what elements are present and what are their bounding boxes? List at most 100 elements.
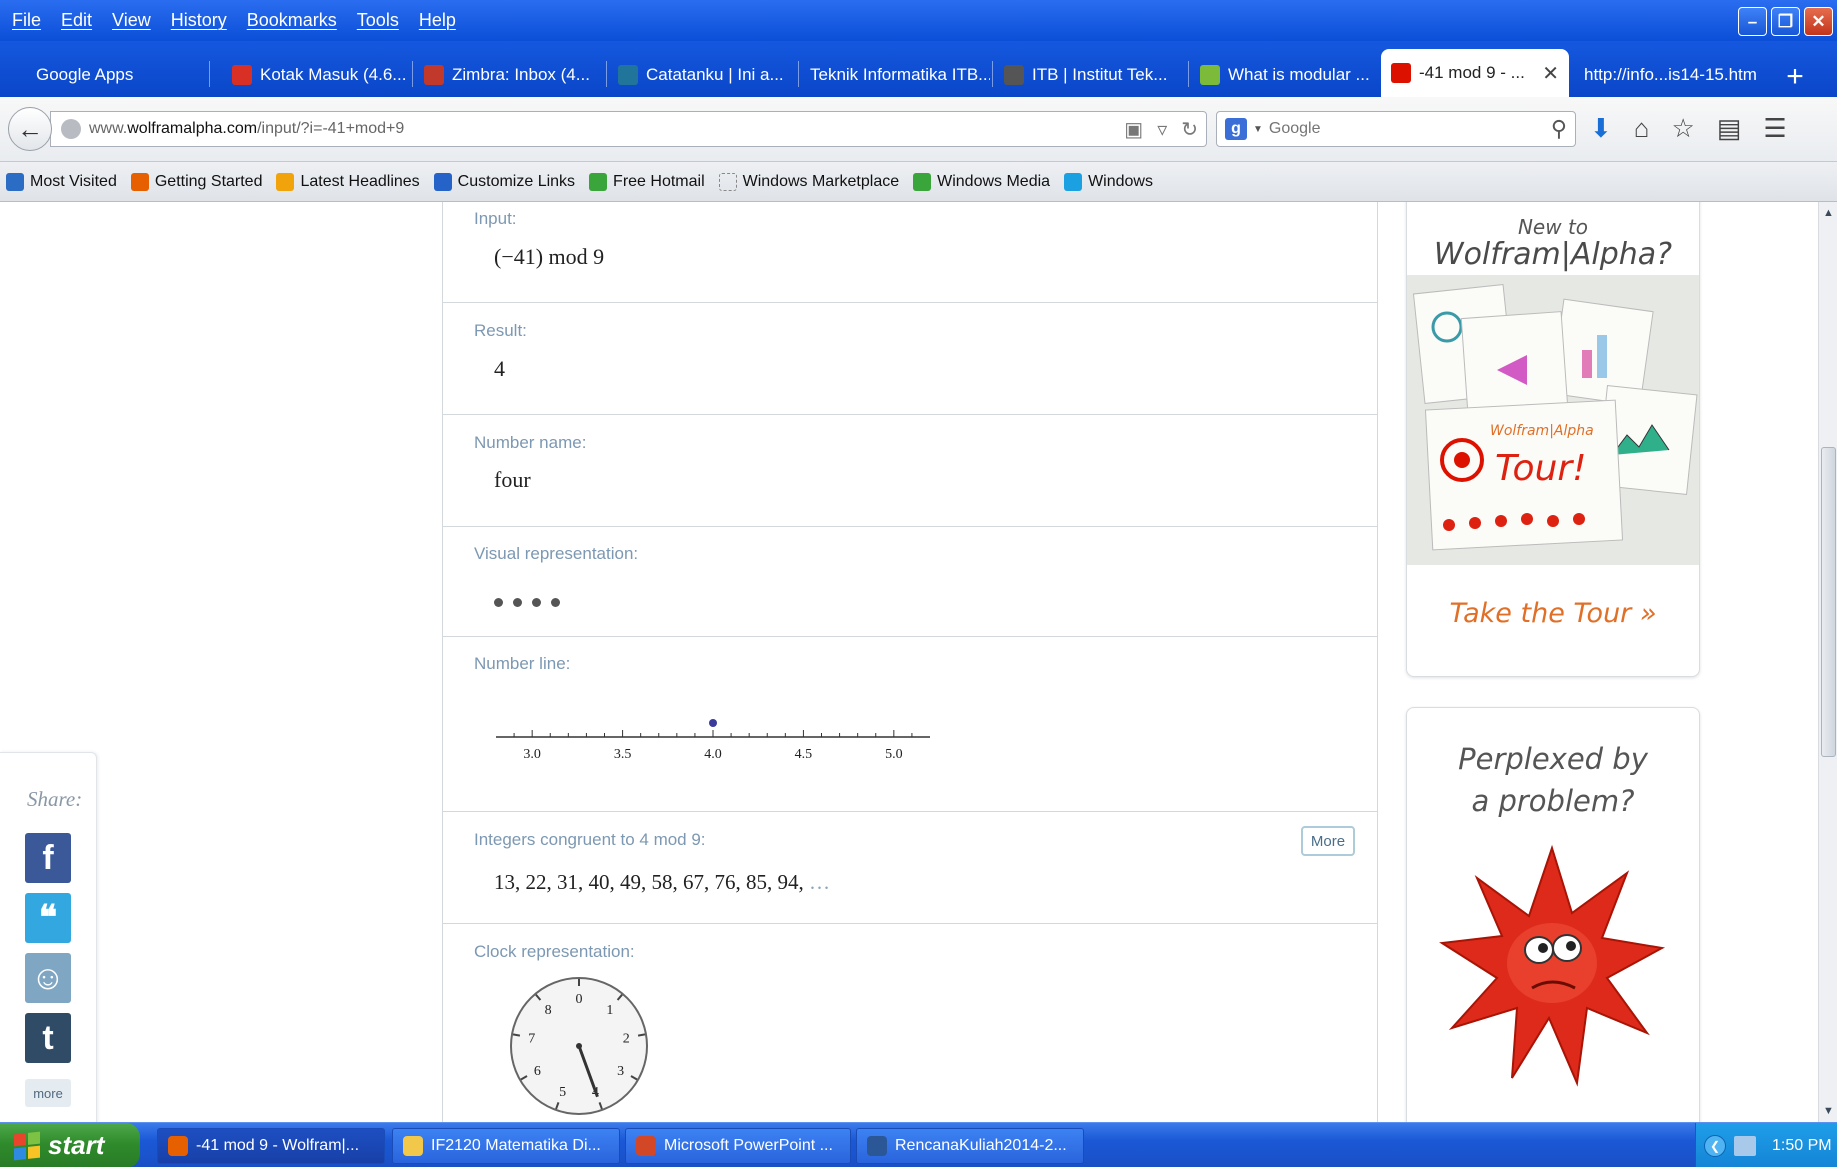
tumblr-share-icon[interactable]: t [25, 1013, 71, 1063]
bookmarks-list-icon[interactable]: ▤ [1717, 113, 1742, 144]
tab-1[interactable]: Google Apps [12, 53, 207, 97]
scroll-up-icon[interactable]: ▲ [1819, 204, 1837, 222]
pod-title: Input: [474, 209, 517, 228]
menu-bookmarks[interactable]: Bookmarks [239, 8, 345, 33]
network-icon[interactable] [1734, 1135, 1756, 1156]
windows-flag-icon [14, 1131, 40, 1160]
home-icon[interactable]: ⌂ [1634, 113, 1650, 144]
start-button[interactable]: start [0, 1123, 140, 1167]
bookmark-windows-marketplace[interactable]: Windows Marketplace [718, 172, 899, 191]
bookmark-latest-headlines[interactable]: Latest Headlines [276, 172, 420, 191]
tray-expand-icon[interactable]: ❮ [1704, 1134, 1726, 1157]
bookmark-customize-links[interactable]: Customize Links [433, 172, 576, 191]
taskbar-clock[interactable]: 1:50 PM [1772, 1137, 1832, 1155]
close-window-button[interactable]: ✕ [1804, 7, 1833, 36]
tour-ad[interactable]: New to Wolfram|Alpha? Wolfram|Alpha Tour… [1406, 202, 1700, 677]
tab-7[interactable]: What is modular ... [1190, 53, 1378, 97]
menu-history[interactable]: History [163, 8, 235, 33]
scroll-down-icon[interactable]: ▼ [1819, 1102, 1837, 1120]
dot [513, 598, 522, 607]
bookmark-windows-media[interactable]: Windows Media [913, 172, 1050, 191]
tab-separator [798, 61, 799, 87]
tab-9[interactable]: http://info...is14-15.htm [1574, 53, 1770, 97]
url-text[interactable]: www.wolframalpha.com/input/?i=-41+mod+9 [89, 120, 404, 138]
tab-5[interactable]: Teknik Informatika ITB... [800, 53, 990, 97]
bookmark-label: Customize Links [457, 172, 576, 190]
menu-tools[interactable]: Tools [349, 8, 407, 33]
taskbar-button-2[interactable]: IF2120 Matematika Di... [392, 1128, 620, 1164]
scrollbar-thumb[interactable] [1821, 447, 1836, 757]
take-tour-link[interactable]: Take the Tour » [1407, 598, 1699, 629]
reload-icon[interactable]: ↻ [1181, 117, 1198, 142]
minimize-button[interactable]: – [1738, 7, 1767, 36]
problem-ad-title: Perplexed by a problem? [1407, 738, 1699, 822]
tab-label: Kotak Masuk (4.6... [260, 65, 407, 84]
clock-label: 2 [623, 1032, 630, 1047]
tab-8[interactable]: -41 mod 9 - ... ✕ [1381, 49, 1569, 97]
share-more-button[interactable]: more [25, 1079, 71, 1107]
downloads-icon[interactable]: ⬇ [1590, 113, 1612, 144]
new-tab-button[interactable]: + [1777, 59, 1813, 95]
tab-separator [606, 61, 607, 87]
bookmark-getting-started[interactable]: Getting Started [130, 172, 263, 191]
pod-title: Clock representation: [474, 942, 635, 961]
blank-page-icon [718, 172, 737, 191]
firefox-icon [130, 172, 149, 191]
menu-edit[interactable]: Edit [53, 8, 100, 33]
search-input[interactable] [1268, 120, 1519, 138]
window-controls: – ❐ ✕ [1738, 7, 1833, 36]
problem-ad[interactable]: Perplexed by a problem? [1406, 707, 1700, 1122]
history-dropdown-icon[interactable]: ▿ [1157, 117, 1167, 142]
dot [532, 598, 541, 607]
site-identity-icon[interactable] [61, 119, 81, 139]
tour-card-brand: Wolfram|Alpha [1490, 423, 1594, 439]
taskbar-button-3[interactable]: Microsoft PowerPoint ... [625, 1128, 851, 1164]
tab-separator [1188, 61, 1189, 87]
tab-2[interactable]: Kotak Masuk (4.6... [222, 53, 410, 97]
more-button[interactable]: More [1301, 826, 1355, 856]
hamburger-menu-icon[interactable]: ☰ [1763, 113, 1786, 144]
pod-input: Input: (−41) mod 9 [443, 202, 1377, 303]
reddit-share-icon[interactable]: ☺ [25, 953, 71, 1003]
task-label: Microsoft PowerPoint ... [664, 1137, 833, 1154]
pod-congruent-integers: Integers congruent to 4 mod 9: More 13, … [443, 812, 1377, 924]
google-engine-icon[interactable]: g [1225, 118, 1247, 140]
pod-visual-representation: Visual representation: [443, 527, 1377, 637]
congruent-values: 13, 22, 31, 40, 49, 58, 67, 76, 85, 94, [494, 870, 804, 894]
tab-6[interactable]: ITB | Institut Tek... [994, 53, 1186, 97]
tab-strip: + Google Apps Kotak Masuk (4.6... Zimbra: … [0, 41, 1837, 97]
taskbar-button-1[interactable]: -41 mod 9 - Wolfram|... [157, 1128, 385, 1164]
bookmark-free-hotmail[interactable]: Free Hotmail [589, 172, 705, 191]
problem-line-2: a problem? [1471, 784, 1635, 818]
search-bar[interactable]: g ▼ ⚲ [1216, 111, 1576, 147]
close-tab-icon[interactable]: ✕ [1542, 61, 1559, 86]
tab-3[interactable]: Zimbra: Inbox (4... [414, 53, 604, 97]
bookmark-label: Getting Started [154, 172, 263, 190]
engine-dropdown-icon[interactable]: ▼ [1253, 124, 1263, 135]
tab-4[interactable]: Catatanku | Ini a... [608, 53, 796, 97]
itb-icon [1004, 65, 1024, 85]
share-panel: Share: more f ❝ ☺ t [0, 752, 97, 1122]
msn-icon [433, 172, 452, 191]
clock-label: 7 [528, 1032, 535, 1047]
back-button[interactable]: ← [8, 107, 52, 151]
reader-icon[interactable]: ▣ [1124, 117, 1143, 142]
bookmark-most-visited[interactable]: Most Visited [6, 172, 117, 191]
congruent-list: 13, 22, 31, 40, 49, 58, 67, 76, 85, 94, … [494, 870, 830, 895]
bookmark-windows[interactable]: Windows [1064, 172, 1153, 191]
menu-help[interactable]: Help [411, 8, 464, 33]
vertical-scrollbar[interactable]: ▲ ▼ [1818, 202, 1837, 1122]
taskbar-button-4[interactable]: RencanaKuliah2014-2... [856, 1128, 1084, 1164]
facebook-share-icon[interactable]: f [25, 833, 71, 883]
url-bar[interactable]: www.wolframalpha.com/input/?i=-41+mod+9 … [50, 111, 1207, 147]
search-magnifier-icon[interactable]: ⚲ [1551, 116, 1567, 142]
result-value: 4 [494, 356, 505, 381]
tab-separator [992, 61, 993, 87]
bookmark-star-icon[interactable]: ☆ [1672, 113, 1695, 144]
url-bar-actions: ▣ ▿ ↻ [1124, 117, 1198, 142]
twitter-share-icon[interactable]: ❝ [25, 893, 71, 943]
congruent-ellipsis: … [809, 870, 830, 894]
restore-button[interactable]: ❐ [1771, 7, 1800, 36]
menu-view[interactable]: View [104, 8, 159, 33]
menu-file[interactable]: File [4, 8, 49, 33]
